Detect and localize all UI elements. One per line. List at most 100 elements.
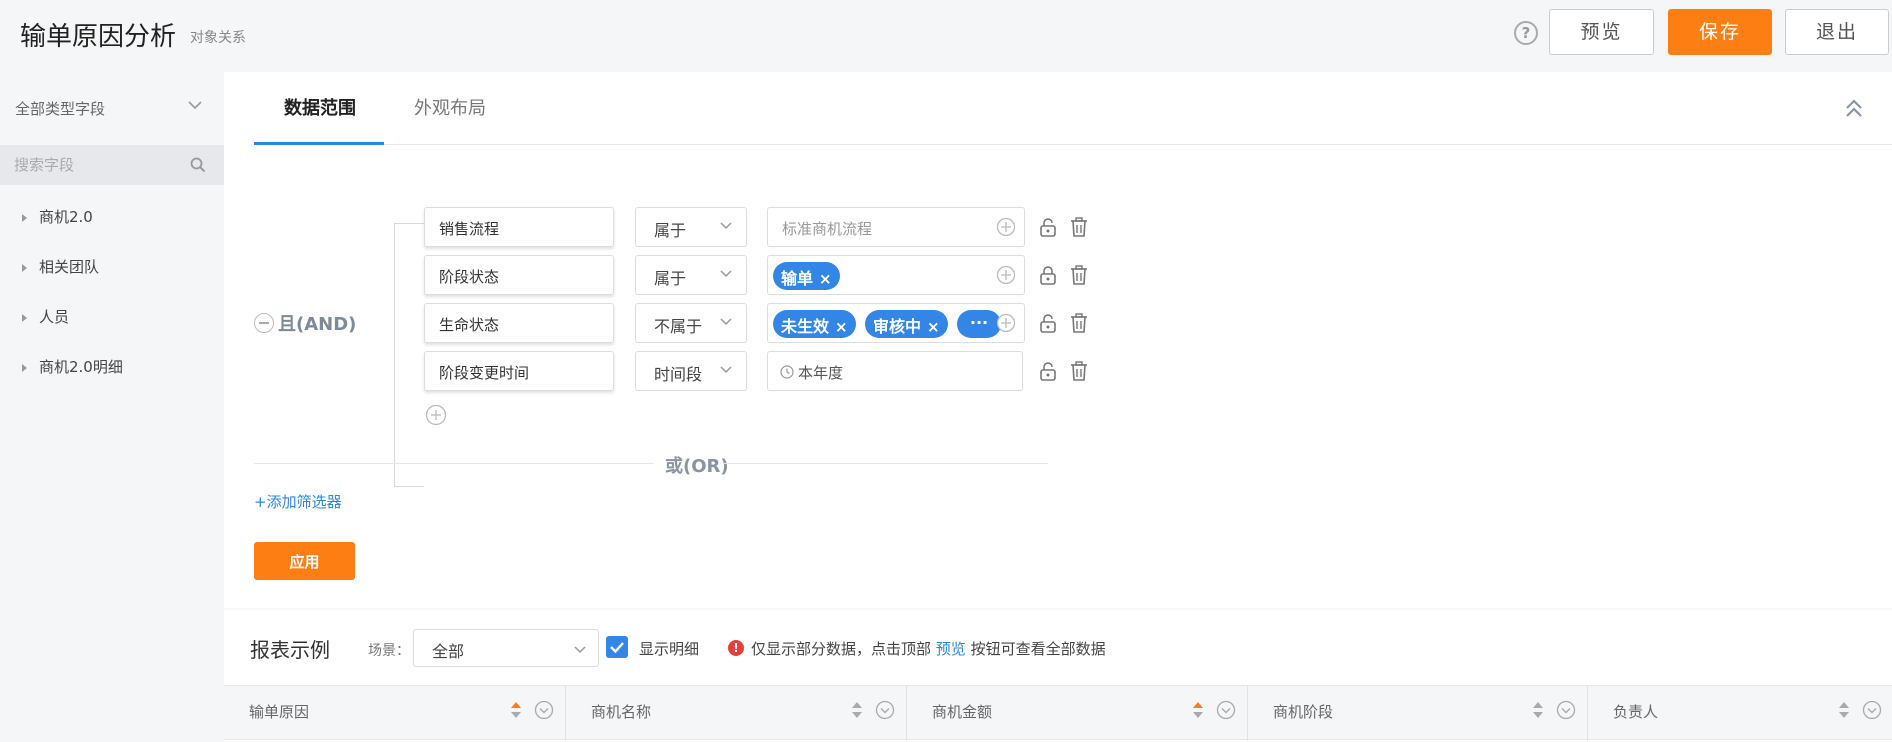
sidebar-item-opportunity-detail[interactable]: 商机2.0明细: [22, 356, 123, 377]
lock-icon[interactable]: [1039, 265, 1057, 285]
value-tag[interactable]: 输单 ×: [773, 262, 840, 290]
collapse-up-icon[interactable]: [1844, 98, 1864, 120]
value-tag[interactable]: 审核中 ×: [865, 310, 948, 338]
sort-icon[interactable]: [510, 700, 522, 720]
caret-right-icon: [22, 363, 27, 372]
column-menu-icon[interactable]: [875, 700, 895, 720]
tab-active-indicator: [254, 142, 384, 145]
column-menu-icon[interactable]: [1216, 700, 1236, 720]
close-icon[interactable]: ×: [819, 270, 832, 288]
notice-text: 按钮可查看全部数据: [970, 640, 1106, 658]
more-tags-indicator[interactable]: ···: [957, 310, 1001, 338]
column-header[interactable]: 商机名称: [566, 686, 907, 741]
field-sidebar: 全部类型字段 商机2.0 相关团队 人员 商机2.0明细: [0, 72, 224, 742]
show-detail-checkbox[interactable]: [606, 636, 628, 658]
bracket-branch: [394, 223, 424, 224]
trash-icon[interactable]: [1070, 313, 1088, 333]
column-header[interactable]: 商机金额: [907, 686, 1248, 741]
field-type-select[interactable]: 全部类型字段: [15, 98, 105, 119]
close-icon[interactable]: ×: [927, 318, 940, 336]
column-label: 商机金额: [932, 703, 993, 721]
trash-icon[interactable]: [1070, 361, 1088, 381]
column-label: 商机阶段: [1273, 703, 1334, 721]
condition-field[interactable]: 生命状态: [424, 303, 614, 343]
value-placeholder: 标准商机流程: [782, 220, 873, 238]
column-menu-icon[interactable]: [1862, 700, 1882, 720]
clock-icon: [780, 365, 794, 379]
sort-icon[interactable]: [851, 700, 863, 720]
value-text: 本年度: [798, 364, 844, 382]
unlock-icon[interactable]: [1039, 361, 1057, 381]
tab-divider: [254, 144, 1892, 145]
search-icon[interactable]: [190, 157, 206, 173]
condition-operator-select[interactable]: 时间段: [635, 351, 747, 391]
chevron-down-icon: [574, 646, 586, 654]
sort-icon[interactable]: [1532, 700, 1544, 720]
table-header-row: 输单原因 商机名称 商机金额 商机阶段 负责人: [224, 685, 1892, 741]
group-bracket: [394, 223, 395, 487]
show-detail-label: 显示明细: [639, 640, 700, 658]
condition-value[interactable]: 标准商机流程: [767, 207, 1025, 247]
help-icon[interactable]: ?: [1514, 21, 1538, 45]
plus-circle-icon[interactable]: [996, 217, 1016, 237]
operator-label: 属于: [654, 269, 687, 288]
search-input[interactable]: [14, 154, 184, 176]
column-header[interactable]: 输单原因: [224, 686, 566, 741]
column-header[interactable]: 商机阶段: [1248, 686, 1588, 741]
sort-icon[interactable]: [1192, 700, 1204, 720]
plus-circle-icon[interactable]: [996, 313, 1016, 333]
trash-icon[interactable]: [1070, 217, 1088, 237]
sidebar-item-label: 商机2.0明细: [39, 358, 123, 376]
scene-select[interactable]: 全部: [413, 629, 599, 667]
preview-link[interactable]: 预览: [936, 640, 966, 658]
unlock-icon[interactable]: [1039, 313, 1057, 333]
caret-right-icon: [22, 263, 27, 272]
condition-operator-select[interactable]: 不属于: [635, 303, 747, 343]
condition-field[interactable]: 阶段变更时间: [424, 351, 614, 391]
operator-label: 时间段: [654, 365, 703, 384]
sidebar-item-personnel[interactable]: 人员: [22, 306, 69, 327]
report-title: 报表示例: [250, 638, 330, 662]
caret-right-icon: [22, 313, 27, 322]
add-filter-link[interactable]: +添加筛选器: [254, 491, 342, 512]
column-menu-icon[interactable]: [1556, 700, 1576, 720]
column-header[interactable]: 负责人: [1588, 686, 1892, 741]
or-divider: [254, 463, 654, 464]
condition-operator-select[interactable]: 属于: [635, 207, 747, 247]
condition-field[interactable]: 销售流程: [424, 207, 614, 247]
preview-button[interactable]: 预览: [1549, 9, 1654, 55]
unlock-icon[interactable]: [1039, 217, 1057, 237]
close-icon[interactable]: ×: [835, 318, 848, 336]
sort-icon[interactable]: [1838, 700, 1850, 720]
sidebar-item-related-team[interactable]: 相关团队: [22, 256, 99, 277]
check-icon: [610, 642, 624, 654]
condition-field[interactable]: 阶段状态: [424, 255, 614, 295]
add-condition-icon[interactable]: [425, 404, 447, 426]
tag-label: 审核中: [873, 317, 922, 336]
sidebar-item-opportunity[interactable]: 商机2.0: [22, 206, 93, 227]
caret-right-icon: [22, 213, 27, 222]
scene-label: 场景：: [368, 643, 410, 659]
operator-label: 属于: [654, 221, 687, 240]
and-group-label: 且(AND): [278, 314, 357, 335]
column-menu-icon[interactable]: [534, 700, 554, 720]
plus-circle-icon[interactable]: [996, 265, 1016, 285]
chevron-down-icon[interactable]: [188, 98, 202, 112]
trash-icon[interactable]: [1070, 265, 1088, 285]
condition-value[interactable]: 输单 ×: [767, 255, 1025, 295]
condition-value[interactable]: 本年度: [767, 351, 1023, 391]
tab-data-range[interactable]: 数据范围: [284, 94, 356, 120]
chevron-down-icon: [720, 366, 732, 374]
save-button[interactable]: 保存: [1668, 9, 1772, 55]
object-relation-link[interactable]: 对象关系: [190, 27, 246, 47]
condition-value[interactable]: 未生效 × 审核中 × ···: [767, 303, 1025, 343]
filter-panel: 数据范围 外观布局 且(AND) 销售流程 属于 标准商机流程 阶段状态 属于 …: [224, 72, 1892, 608]
condition-operator-select[interactable]: 属于: [635, 255, 747, 295]
value-tag[interactable]: 未生效 ×: [773, 310, 856, 338]
exit-button[interactable]: 退出: [1785, 9, 1889, 55]
chevron-down-icon: [720, 318, 732, 326]
page-title: 输单原因分析: [20, 22, 177, 52]
and-group-toggle[interactable]: [254, 313, 274, 333]
apply-button[interactable]: 应用: [254, 542, 355, 580]
tab-appearance-layout[interactable]: 外观布局: [414, 94, 486, 120]
